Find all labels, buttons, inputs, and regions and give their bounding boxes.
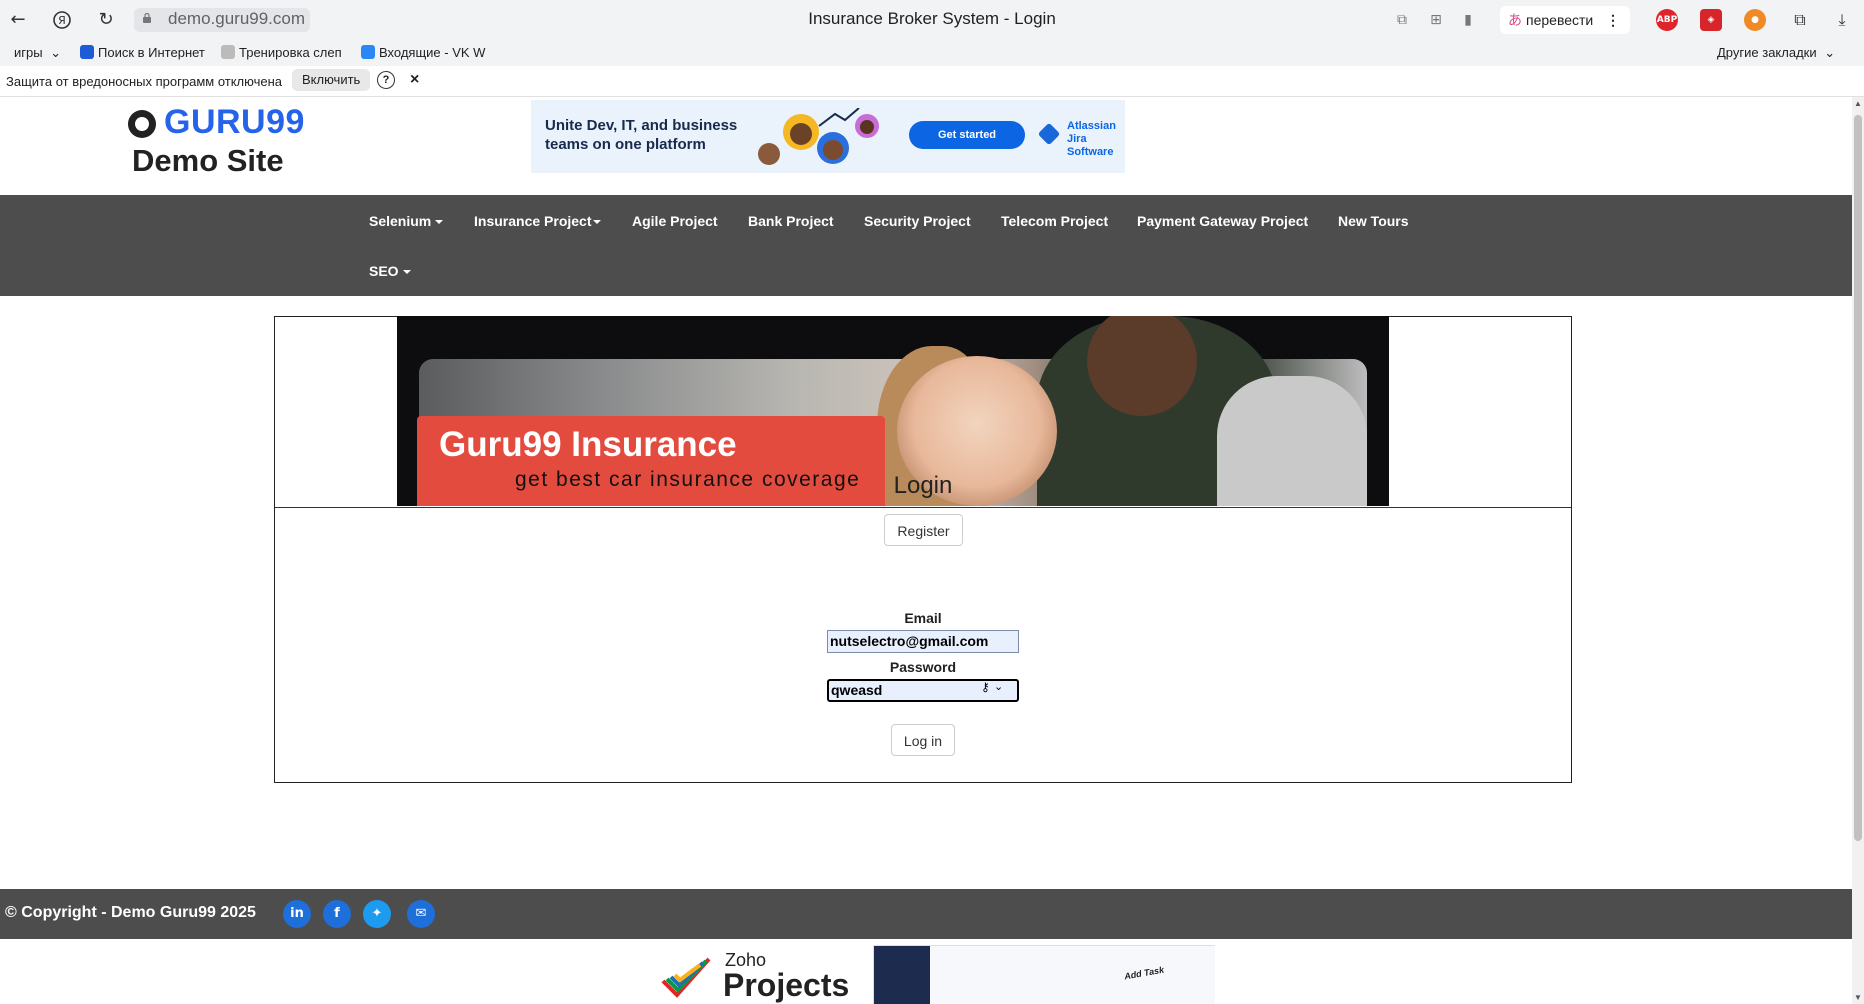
nav-new-tours[interactable]: New Tours xyxy=(1338,213,1409,229)
ad-people-illustration xyxy=(758,108,879,165)
ad-brand-line1: Atlassian xyxy=(1067,120,1116,132)
email-label: Email xyxy=(904,610,942,626)
key-icon[interactable]: ⚷ xyxy=(981,680,990,694)
back-arrow-icon[interactable]: ← xyxy=(6,8,30,32)
mail-icon xyxy=(361,45,375,59)
zoho-ad[interactable]: Zoho Projects Add Task xyxy=(655,945,1215,1004)
bookmark-typing[interactable]: Тренировка слеп xyxy=(221,45,347,60)
scroll-down-icon[interactable]: ▼ xyxy=(1854,993,1862,1002)
page-scrollbar[interactable]: ▲ ▼ xyxy=(1852,97,1864,1004)
facebook-icon[interactable]: f xyxy=(323,900,351,928)
nav-agile-project[interactable]: Agile Project xyxy=(632,213,718,229)
nav-seo[interactable]: SEO xyxy=(369,263,411,279)
help-icon[interactable]: ? xyxy=(377,71,395,89)
adblock-extension-icon[interactable]: ABP xyxy=(1656,9,1678,31)
twitter-icon[interactable]: ✦ xyxy=(363,900,391,928)
nav-bank-project[interactable]: Bank Project xyxy=(748,213,834,229)
lock-icon xyxy=(143,13,151,23)
nav-label: Selenium xyxy=(369,213,432,229)
main-navigation: Selenium Insurance Project Agile Project… xyxy=(0,195,1852,296)
hero-title: Guru99 Insurance xyxy=(439,425,737,464)
yandex-home-icon[interactable]: Я xyxy=(50,8,74,32)
tabs-icon[interactable]: ⊞ xyxy=(1424,8,1448,32)
scroll-up-icon[interactable]: ▲ xyxy=(1854,99,1862,108)
close-icon[interactable]: × xyxy=(410,71,419,89)
nav-telecom-project[interactable]: Telecom Project xyxy=(1001,213,1108,229)
nav-label: Insurance Project xyxy=(474,213,592,229)
translate-button[interactable]: あ перевести ⋮ xyxy=(1500,6,1630,34)
more-menu-icon[interactable]: ⋮ xyxy=(1606,6,1620,34)
chevron-down-icon: ⌄ xyxy=(1824,45,1836,60)
caret-down-icon xyxy=(592,220,601,225)
url-text[interactable]: demo.guru99.com xyxy=(168,9,305,29)
infobar-message: Защита от вредоносных программ отключена xyxy=(6,74,283,89)
translate-icon: あ xyxy=(1508,12,1522,28)
linkedin-icon[interactable]: in xyxy=(283,900,311,928)
logo-brand: GURU99 xyxy=(164,103,305,141)
panel-divider xyxy=(275,507,1571,508)
bookmarks-bar: игры ⌄ Поиск в Интернет Тренировка слеп … xyxy=(0,40,1864,66)
web-page: GURU99 Demo Site Unite Dev, IT, and busi… xyxy=(0,97,1852,1004)
shield-extension-icon[interactable]: ◈ xyxy=(1700,9,1722,31)
bookmark-folder-games[interactable]: игры ⌄ xyxy=(14,45,61,61)
register-button[interactable]: Register xyxy=(884,514,963,546)
bookmark-icon[interactable]: ▮ xyxy=(1456,8,1480,32)
nav-label: SEO xyxy=(369,263,399,279)
bookmark-label: Тренировка слеп xyxy=(239,45,342,60)
password-field[interactable]: qweasd xyxy=(827,679,1019,702)
ad-headline: Unite Dev, IT, and business teams on one… xyxy=(545,117,738,153)
bookmark-label: игры xyxy=(14,45,43,60)
get-started-button[interactable]: Get started xyxy=(909,121,1025,149)
password-label: Password xyxy=(889,659,957,675)
caret-down-icon xyxy=(435,220,444,225)
other-bookmarks[interactable]: Другие закладки ⌄ xyxy=(1717,45,1835,61)
zoho-product: Projects xyxy=(723,967,850,1003)
download-icon[interactable]: ⤓ xyxy=(1830,8,1854,32)
logo-subtitle: Demo Site xyxy=(132,143,284,178)
login-title: Login xyxy=(893,472,953,499)
bookmark-label: Входящие - VK W xyxy=(379,45,486,60)
translate-page-icon[interactable]: ⧉ xyxy=(1390,8,1414,32)
email-field[interactable]: nutselectro@gmail.com xyxy=(827,630,1019,653)
search-icon xyxy=(80,45,94,59)
nav-payment-gateway-project[interactable]: Payment Gateway Project xyxy=(1137,213,1308,229)
nav-selenium[interactable]: Selenium xyxy=(369,213,444,229)
login-button[interactable]: Log in xyxy=(891,724,955,756)
ad-banner[interactable]: Unite Dev, IT, and business teams on one… xyxy=(531,100,1125,173)
copyright-text: © Copyright - Demo Guru99 2025 xyxy=(5,904,256,921)
audio-extension-icon[interactable]: ● xyxy=(1744,9,1766,31)
translate-label: перевести xyxy=(1526,12,1594,28)
email-icon[interactable]: ✉ xyxy=(407,900,435,928)
chevron-down-icon: ⌄ xyxy=(50,45,62,60)
page-icon xyxy=(221,45,235,59)
zoho-checkmark-logo-icon xyxy=(661,957,711,998)
enable-protection-button[interactable]: Включить xyxy=(292,69,371,91)
caret-down-icon xyxy=(402,270,411,275)
bookmark-vk-mail[interactable]: Входящие - VK W xyxy=(361,45,487,60)
nav-insurance-project[interactable]: Insurance Project xyxy=(474,213,601,229)
scrollbar-thumb[interactable] xyxy=(1854,115,1862,841)
jira-logo-icon xyxy=(1037,122,1061,146)
zoho-app-screenshot: Add Task xyxy=(873,945,1215,1004)
ad-brand: Atlassian Jira Software xyxy=(1067,120,1125,159)
bookmark-search[interactable]: Поиск в Интернет xyxy=(80,45,206,60)
guru99-logo-icon xyxy=(128,110,156,138)
bookmark-label: Поиск в Интернет xyxy=(98,45,205,60)
chevron-down-icon[interactable]: ⌄ xyxy=(994,680,1003,693)
footer: © Copyright - Demo Guru99 2025 in f ✦ ✉ xyxy=(0,889,1852,939)
svg-text:Я: Я xyxy=(58,14,66,27)
other-bookmarks-label: Другие закладки xyxy=(1717,45,1817,60)
nav-security-project[interactable]: Security Project xyxy=(864,213,971,229)
ad-brand-line2: Jira Software xyxy=(1067,133,1114,158)
zoho-app-sidebar xyxy=(874,946,930,1004)
reload-icon[interactable]: ↻ xyxy=(94,8,118,32)
zoho-add-task-annotation: Add Task xyxy=(1123,964,1165,982)
browser-toolbar: ← Я ↻ demo.guru99.com Insurance Broker S… xyxy=(0,0,1864,40)
collections-icon[interactable]: ⧉ xyxy=(1788,8,1812,32)
security-infobar: Защита от вредоносных программ отключена… xyxy=(0,66,1864,97)
